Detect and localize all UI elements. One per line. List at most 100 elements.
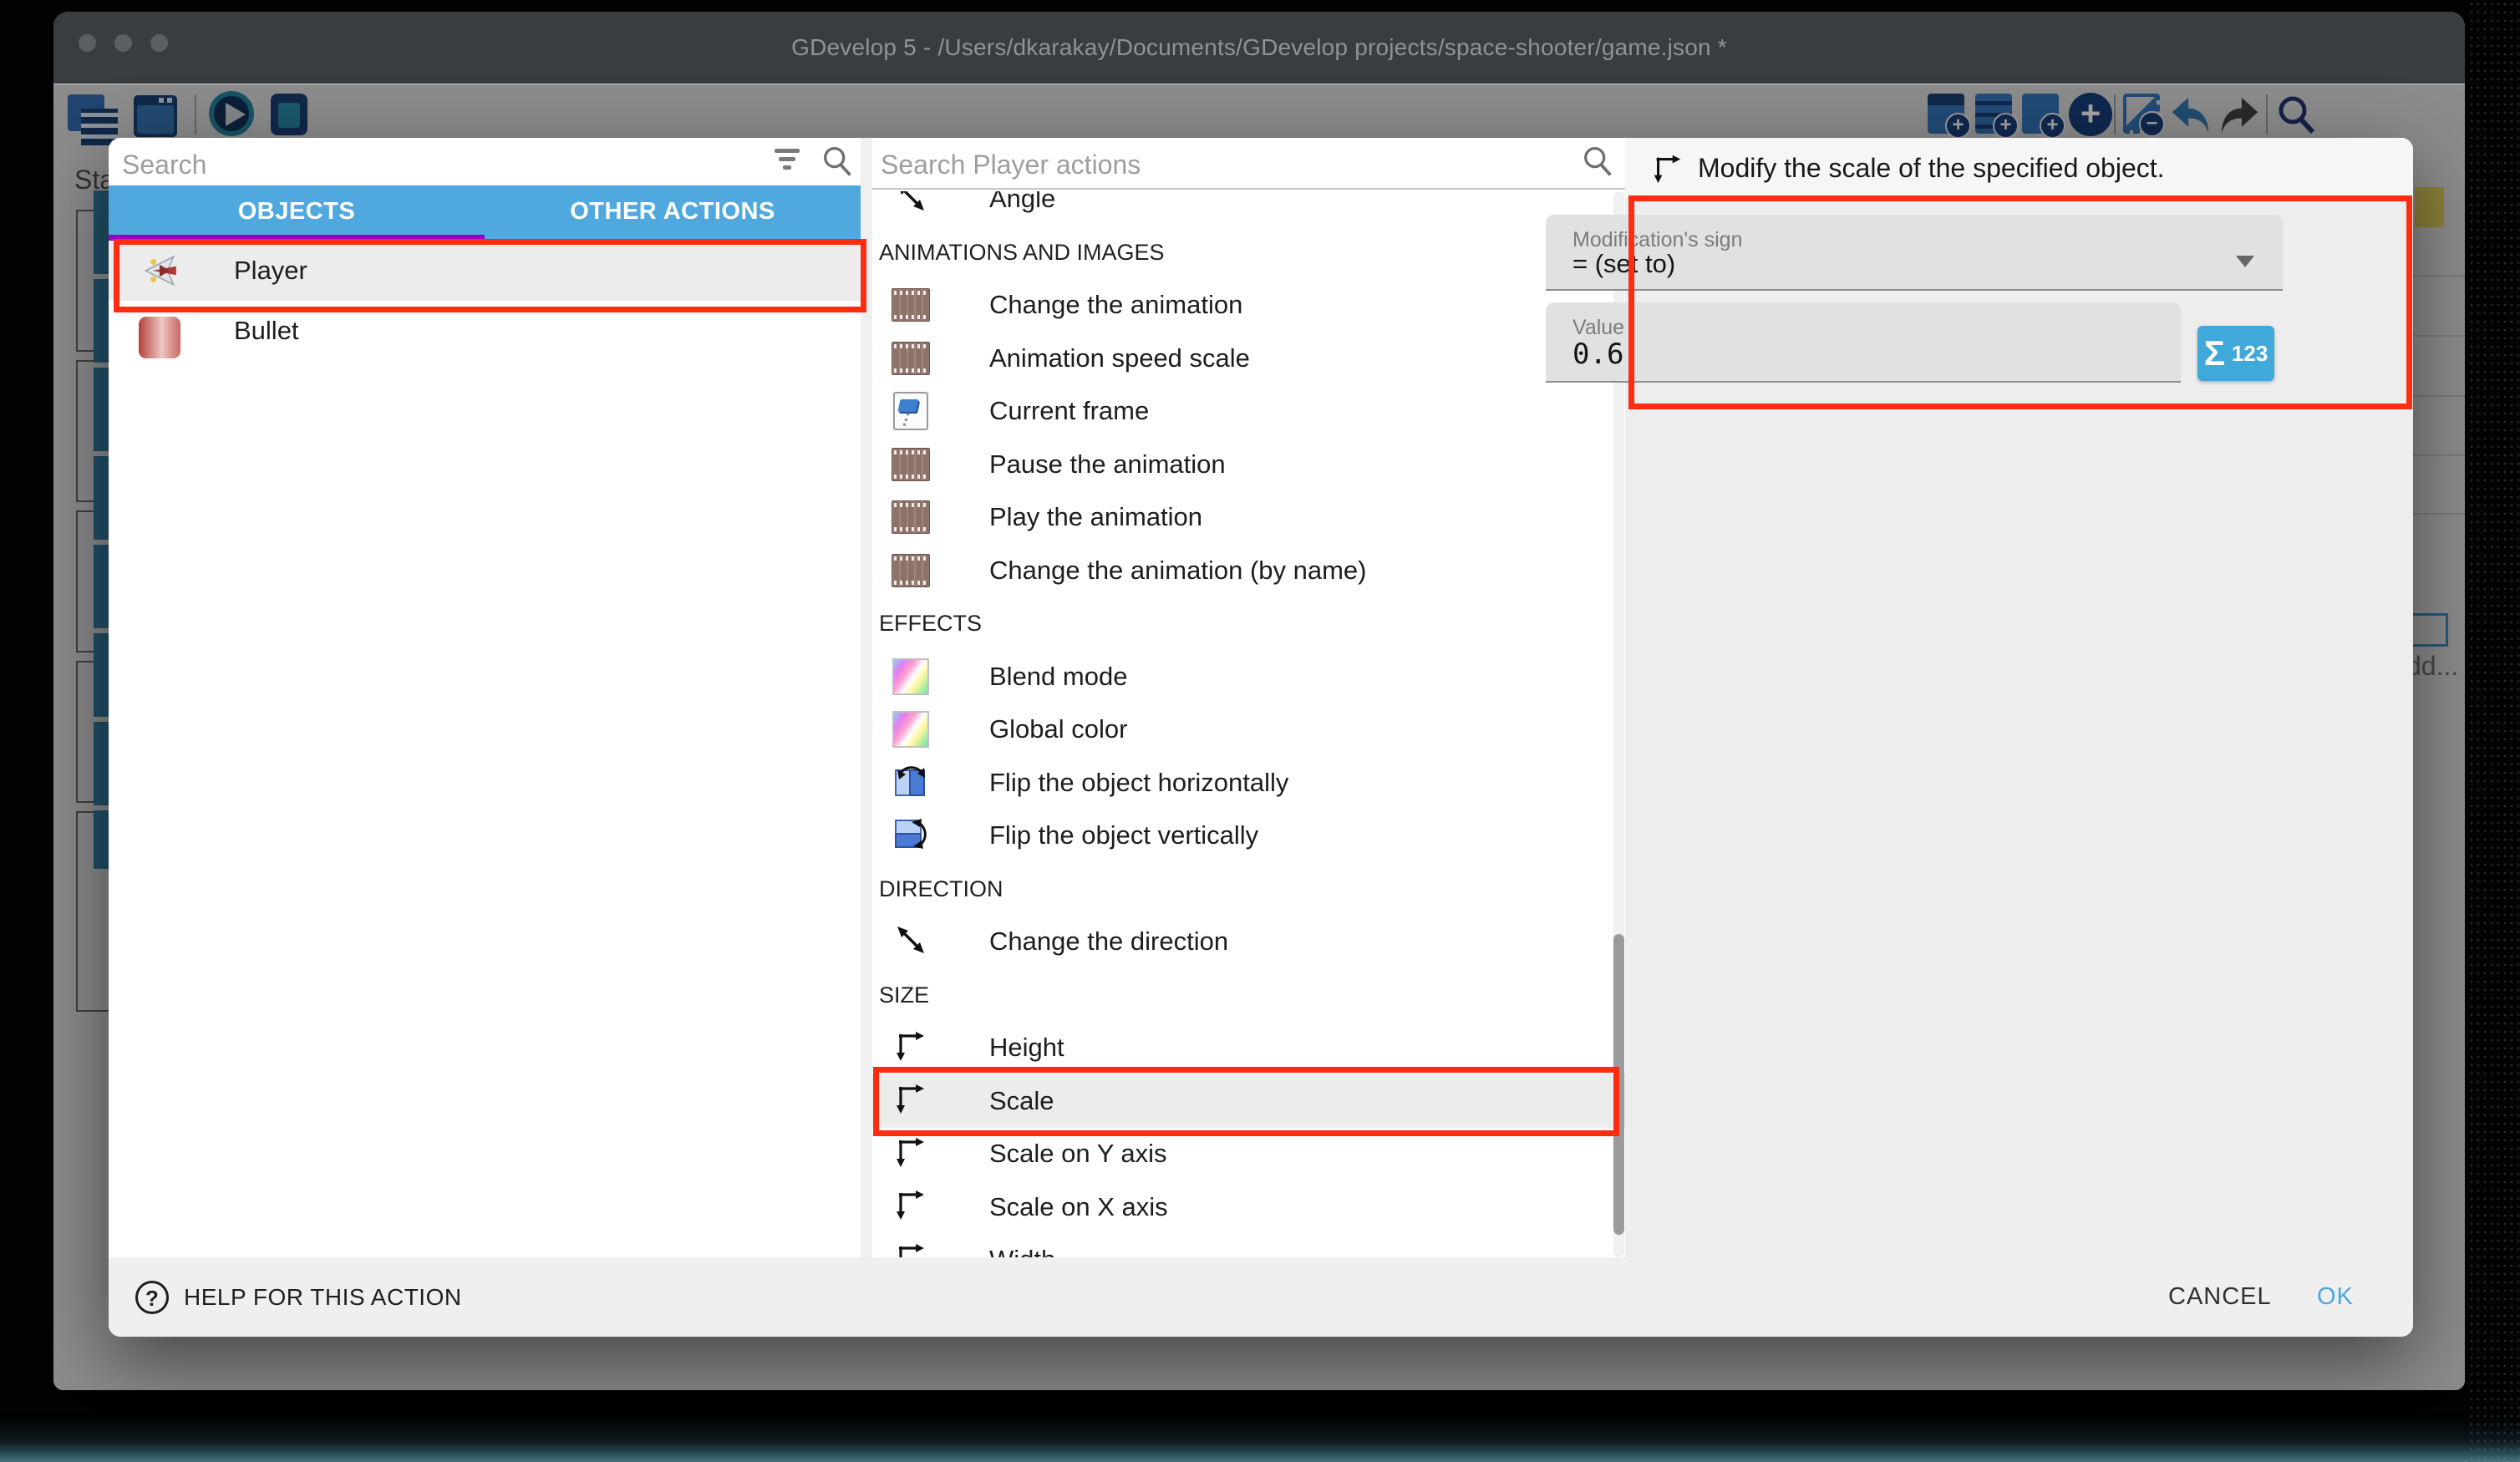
action-label: Angle xyxy=(989,191,1055,214)
current-frame-icon xyxy=(893,392,928,430)
scale-arrow-icon xyxy=(892,1080,929,1121)
action-item[interactable]: Width xyxy=(872,1233,1625,1257)
action-item[interactable]: Scale on X axis xyxy=(872,1180,1625,1234)
ok-button[interactable]: OK xyxy=(2317,1257,2354,1337)
action-icon-wrap xyxy=(892,286,930,324)
action-icon-wrap xyxy=(892,1241,930,1257)
film-strip-icon xyxy=(892,554,930,587)
action-item[interactable]: Change the direction xyxy=(872,915,1625,968)
search-icon xyxy=(1579,143,1616,180)
scrollbar-thumb[interactable] xyxy=(1613,934,1624,1235)
tab-other-actions[interactable]: OTHER ACTIONS xyxy=(485,185,861,241)
action-item[interactable]: Scale xyxy=(872,1074,1625,1128)
window-title: GDevelop 5 - /Users/dkarakay/Documents/G… xyxy=(53,12,2465,84)
action-icon-wrap xyxy=(892,392,930,430)
action-icon-wrap xyxy=(892,764,930,802)
action-item[interactable]: Flip the object vertically xyxy=(872,809,1625,862)
help-label: HELP FOR THIS ACTION xyxy=(184,1284,462,1311)
object-item-bullet[interactable]: Bullet xyxy=(109,301,861,361)
scale-arrow-icon xyxy=(892,1028,929,1069)
action-icon-wrap xyxy=(892,498,930,536)
action-label: Scale xyxy=(989,1086,1054,1116)
panel-divider xyxy=(861,138,872,1257)
desktop-wallpaper-strip xyxy=(0,1415,2520,1462)
action-item[interactable]: Play the animation xyxy=(872,490,1625,544)
modification-sign-select[interactable]: Modification's sign = (set to) xyxy=(1546,215,2283,291)
film-strip-icon xyxy=(892,342,930,375)
action-item[interactable]: Height xyxy=(872,1021,1625,1074)
action-label: Change the animation xyxy=(989,290,1242,320)
field-value: 0.6 xyxy=(1572,338,1623,371)
film-strip-icon xyxy=(892,288,930,322)
action-label: Height xyxy=(989,1033,1064,1063)
action-item[interactable]: Flip the object horizontally xyxy=(872,756,1625,810)
desktop: GDevelop 5 - /Users/dkarakay/Documents/G… xyxy=(0,0,2520,1462)
action-label: Current frame xyxy=(989,396,1149,426)
action-label: Change the animation (by name) xyxy=(989,556,1366,586)
action-label: Flip the object vertically xyxy=(989,820,1258,850)
action-label: Change the direction xyxy=(989,926,1228,957)
dialog-footer: ? HELP FOR THIS ACTION CANCEL OK xyxy=(109,1257,2413,1337)
action-icon-wrap xyxy=(892,339,930,378)
scale-arrow-icon xyxy=(1650,151,1685,186)
object-label: Player xyxy=(234,256,307,286)
help-button[interactable]: ? HELP FOR THIS ACTION xyxy=(135,1257,462,1337)
desktop-wallpaper-edge xyxy=(2468,0,2520,1462)
film-strip-icon xyxy=(892,448,930,481)
value-input[interactable]: Value 0.6 xyxy=(1546,302,2181,383)
action-label: Flip the object horizontally xyxy=(989,768,1288,798)
action-icon-wrap xyxy=(892,1082,930,1120)
field-label: Value xyxy=(1572,316,1624,340)
question-mark-icon: ? xyxy=(135,1281,169,1314)
objects-search-row xyxy=(109,138,861,190)
scale-arrow-icon xyxy=(892,1134,929,1175)
action-label: Scale on Y axis xyxy=(989,1139,1167,1169)
angle-arrow-icon xyxy=(892,191,929,220)
tab-objects[interactable]: OBJECTS xyxy=(109,185,485,241)
action-icon-wrap xyxy=(892,657,930,696)
bullet-icon xyxy=(139,317,180,358)
action-section-header: SIZE xyxy=(879,968,929,1022)
actions-search-input[interactable] xyxy=(881,146,1566,183)
object-label: Bullet xyxy=(234,316,299,346)
action-item[interactable]: Pause the animation xyxy=(872,438,1625,491)
flip-vertical-icon xyxy=(892,815,929,856)
film-strip-icon xyxy=(892,500,930,534)
color-icon xyxy=(892,658,929,695)
expression-editor-button[interactable]: Σ 123 xyxy=(2197,326,2274,381)
field-value: = (set to) xyxy=(1572,249,1675,279)
sigma-icon: Σ xyxy=(2204,336,2225,371)
action-item[interactable]: Animation speed scale xyxy=(872,332,1625,385)
player-ship-icon xyxy=(139,250,180,292)
action-title: Modify the scale of the specified object… xyxy=(1698,138,2165,198)
left-panel-tabs: OBJECTS OTHER ACTIONS xyxy=(109,185,861,241)
action-label: Scale on X axis xyxy=(989,1192,1168,1222)
action-section-header: EFFECTS xyxy=(879,596,982,650)
action-label: Pause the animation xyxy=(989,449,1226,480)
action-label: Width xyxy=(989,1245,1055,1257)
action-item[interactable]: Angle xyxy=(872,191,1625,226)
action-item[interactable]: Blend mode xyxy=(872,650,1625,703)
object-item-player[interactable]: Player xyxy=(109,241,861,301)
action-icon-wrap xyxy=(892,1135,930,1173)
action-icon-wrap xyxy=(892,445,930,484)
objects-list: Player Bullet xyxy=(109,241,861,361)
cancel-button[interactable]: CANCEL xyxy=(2168,1257,2272,1337)
search-icon xyxy=(819,143,856,180)
action-icon-wrap xyxy=(892,710,930,749)
action-editor-dialog: OBJECTS OTHER ACTIONS Player Bullet Angle… xyxy=(109,138,2413,1337)
objects-search-input[interactable] xyxy=(122,146,765,183)
action-item[interactable]: Current frame xyxy=(872,384,1625,438)
color-icon xyxy=(892,711,929,748)
action-label: Play the animation xyxy=(989,502,1202,532)
action-item[interactable]: Global color xyxy=(872,703,1625,756)
action-header: Modify the scale of the specified object… xyxy=(1625,138,2413,198)
action-icon-wrap xyxy=(892,1028,930,1067)
filter-icon[interactable] xyxy=(769,145,805,181)
action-item[interactable]: Change the animation xyxy=(872,278,1625,332)
action-item[interactable]: Change the animation (by name) xyxy=(872,544,1625,597)
action-icon-wrap xyxy=(892,191,930,218)
action-item[interactable]: Scale on Y axis xyxy=(872,1127,1625,1180)
direction-arrow-icon xyxy=(892,921,929,962)
action-section-header: DIRECTION xyxy=(879,862,1003,916)
